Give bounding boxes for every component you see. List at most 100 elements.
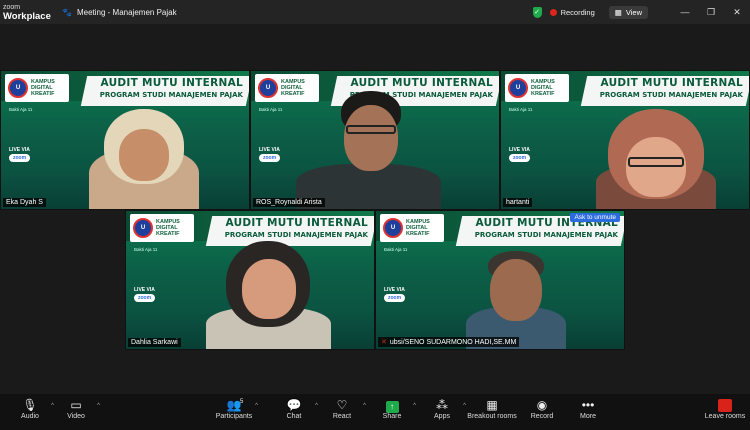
video-tile[interactable]: AUDIT MUTU INTERNAL PROGRAM STUDI MANAJE… (250, 70, 500, 210)
titlebar-controls: ✓ Recording ▦ View — ❐ ✕ (532, 0, 750, 24)
chevron-up-icon[interactable]: ^ (255, 403, 258, 409)
live-via-label: LIVE VIA (509, 147, 530, 153)
university-seal-icon: U (258, 78, 278, 98)
chat-label: Chat (286, 413, 302, 420)
university-logo: U KAMPUS DIGITAL KREATIF (380, 214, 444, 242)
apps-label: Apps (434, 413, 450, 420)
participant-name: ROS_Roynaldi Arista (253, 198, 325, 207)
person-face (119, 129, 169, 181)
participant-figure (296, 91, 441, 209)
live-via-label: LIVE VIA (259, 147, 280, 153)
video-tile[interactable]: AUDIT MUTU INTERNAL PROGRAM STUDI MANAJE… (125, 210, 375, 350)
shield-icon[interactable]: ✓ (532, 6, 542, 18)
view-label: View (625, 7, 642, 17)
view-grid-icon: ▦ (614, 7, 622, 17)
title-bar: zoom Workplace 🐾 Meeting - Manajemen Paj… (0, 0, 750, 24)
audio-label: Audio (21, 413, 39, 420)
video-label: Video (67, 413, 85, 420)
more-button[interactable]: ••• More (558, 397, 618, 420)
video-gallery: AUDIT MUTU INTERNAL PROGRAM STUDI MANAJE… (0, 24, 750, 394)
university-seal-icon: U (8, 78, 28, 98)
university-logo: U KAMPUS DIGITAL KREATIF (130, 214, 194, 242)
banner-subtitle: PROGRAM STUDI MANAJEMEN PAJAK (224, 231, 368, 239)
banner-subtitle: PROGRAM STUDI MANAJEMEN PAJAK (99, 91, 243, 99)
person-face (626, 137, 686, 197)
banner-subtitle: PROGRAM STUDI MANAJEMEN PAJAK (474, 231, 618, 239)
zoom-logo: zoom Workplace (0, 3, 52, 21)
logo-text: KAMPUS DIGITAL KREATIF (406, 219, 430, 237)
banner-title: AUDIT MUTU INTERNAL (600, 77, 743, 89)
live-via-label: LIVE VIA (384, 287, 405, 293)
react-label: React (332, 413, 352, 420)
record-label: Record (530, 413, 554, 420)
minimize-icon[interactable]: — (672, 7, 698, 17)
logo-line: KREATIF (531, 91, 555, 97)
logo-line: KREATIF (31, 91, 55, 97)
participant-name-bar: ✕ ubsi/SENO SUDARMONO HADI,SE.MM (378, 337, 520, 347)
tagline: Bakti Aja 11 (509, 107, 533, 112)
leave-icon (718, 399, 732, 412)
person-face (344, 105, 398, 171)
participant-figure (466, 249, 566, 349)
university-logo: U KAMPUS DIGITAL KREATIF (505, 74, 569, 102)
video-tile[interactable]: AUDIT MUTU INTERNAL PROGRAM STUDI MANAJE… (375, 210, 625, 350)
participant-name: ubsi/SENO SUDARMONO HADI,SE.MM (389, 338, 517, 346)
participant-name: Dahlia Sarkawi (128, 338, 181, 347)
live-via-label: LIVE VIA (9, 147, 30, 153)
chevron-up-icon[interactable]: ^ (97, 403, 100, 409)
participant-figure (596, 109, 716, 209)
banner-subtitle: PROGRAM STUDI MANAJEMEN PAJAK (599, 91, 743, 99)
tagline: Bakti Aja 11 (384, 247, 408, 252)
close-icon[interactable]: ✕ (724, 7, 750, 18)
share-label: Share (382, 413, 402, 420)
university-logo: U KAMPUS DIGITAL KREATIF (5, 74, 69, 102)
participant-figure (89, 109, 199, 209)
logo-line: KREATIF (406, 231, 430, 237)
restore-icon[interactable]: ❐ (698, 7, 724, 18)
brand-bottom: Workplace (3, 11, 51, 22)
zoom-badge: zoom (9, 154, 31, 162)
muted-mic-icon: ✕ (381, 339, 387, 346)
banner-title: AUDIT MUTU INTERNAL (350, 77, 493, 89)
participant-figure (206, 241, 331, 349)
zoom-badge: zoom (384, 294, 406, 302)
breakout-label: Breakout rooms (467, 413, 517, 420)
zoom-badge: zoom (509, 154, 531, 162)
zoom-badge: zoom (134, 294, 156, 302)
meeting-toolbar: 🎙 Audio ^ ▭ Video ^ 👥 5 Participants ^ 💬… (0, 394, 750, 430)
university-seal-icon: U (508, 78, 528, 98)
view-button[interactable]: ▦ View (608, 5, 648, 19)
recording-dot-icon (549, 8, 557, 16)
paw-icon: 🐾 (62, 7, 72, 17)
recording-label[interactable]: Recording (561, 8, 595, 17)
leave-label: Leave rooms (704, 413, 746, 420)
ask-to-unmute-button[interactable]: Ask to unmute (570, 213, 620, 222)
logo-text: KAMPUS DIGITAL KREATIF (31, 79, 55, 97)
live-via-label: LIVE VIA (134, 287, 155, 293)
more-label: More (580, 413, 596, 420)
tagline: Bakti Aja 11 (9, 107, 33, 112)
meeting-title-text: Meeting - Manajemen Pajak (76, 7, 177, 17)
logo-text: KAMPUS DIGITAL KREATIF (156, 219, 180, 237)
video-tile[interactable]: AUDIT MUTU INTERNAL PROGRAM STUDI MANAJE… (500, 70, 750, 210)
meeting-title: 🐾 Meeting - Manajemen Pajak (62, 8, 177, 17)
tagline: Bakti Aja 11 (259, 107, 283, 112)
participants-count: 5 (240, 399, 244, 405)
zoom-badge: zoom (259, 154, 281, 162)
participant-name: Eka Dyah S (3, 198, 46, 207)
university-seal-icon: U (133, 218, 153, 238)
participants-label: Participants (215, 413, 253, 420)
leave-icon-wrap (704, 397, 746, 413)
video-tile[interactable]: AUDIT MUTU INTERNAL PROGRAM STUDI MANAJE… (0, 70, 250, 210)
participant-name: hartanti (503, 198, 533, 207)
banner-title: AUDIT MUTU INTERNAL (225, 217, 368, 229)
glasses-icon (346, 125, 396, 134)
logo-line: KREATIF (156, 231, 180, 237)
glasses-icon (628, 157, 684, 167)
leave-rooms-button[interactable]: Leave rooms (704, 397, 746, 420)
participants-button[interactable]: 👥 5 Participants ^ (204, 397, 264, 420)
logo-text: KAMPUS DIGITAL KREATIF (531, 79, 555, 97)
tagline: Bakti Aja 11 (134, 247, 158, 252)
share-arrow-icon: ↑ (385, 401, 399, 413)
video-button[interactable]: ▭ Video ^ (46, 397, 106, 420)
